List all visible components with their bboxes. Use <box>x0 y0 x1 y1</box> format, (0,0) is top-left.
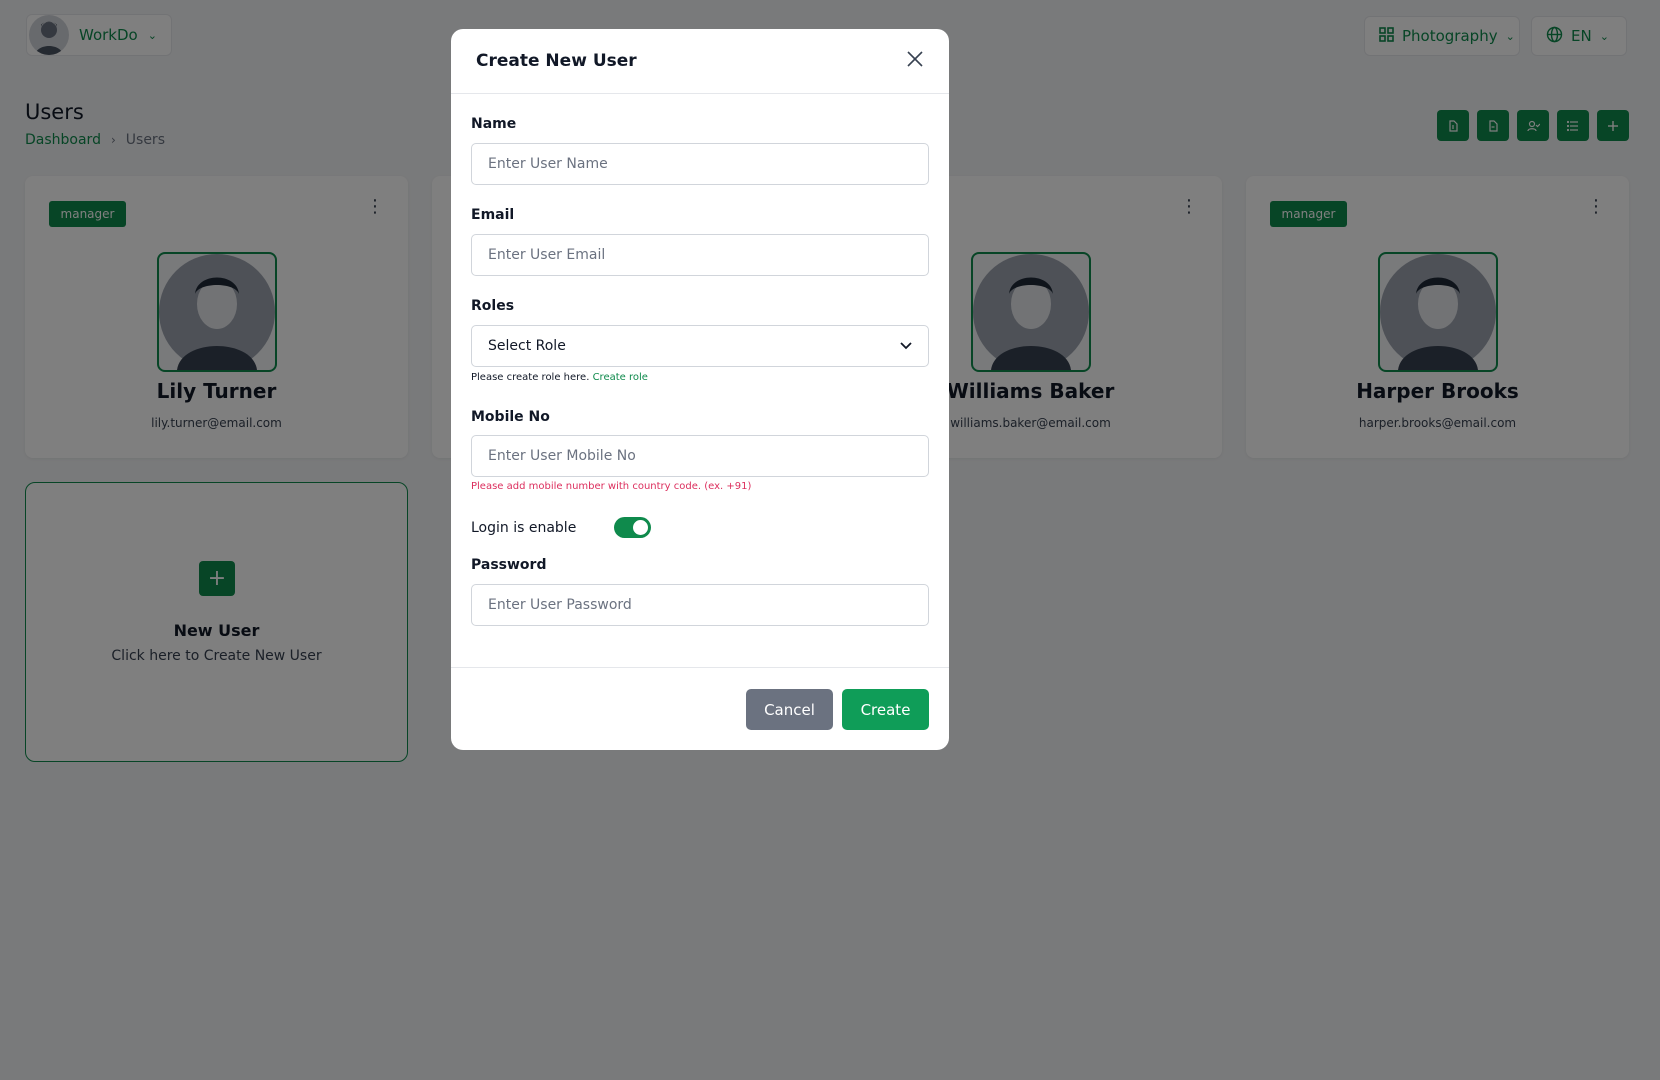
mobile-label: Mobile No <box>471 409 550 425</box>
role-select[interactable]: Select Role <box>471 325 929 367</box>
mobile-input[interactable] <box>471 435 929 477</box>
modal-title: Create New User <box>476 51 637 71</box>
name-input[interactable] <box>471 143 929 185</box>
login-toggle[interactable] <box>614 517 652 538</box>
login-toggle-row: Login is enable <box>471 517 652 538</box>
toggle-knob <box>633 520 649 535</box>
role-select-value: Select Role <box>488 338 566 354</box>
name-label: Name <box>471 116 517 132</box>
password-label: Password <box>471 557 547 573</box>
roles-helper-text: Please create role here. <box>471 372 590 383</box>
modal-footer-divider <box>451 667 949 668</box>
create-user-modal: Create New User Name Email Roles Select … <box>451 29 949 750</box>
cancel-button[interactable]: Cancel <box>746 689 833 730</box>
password-input[interactable] <box>471 584 929 626</box>
chevron-down-icon <box>900 342 912 350</box>
roles-helper: Please create role here. Create role <box>471 372 648 383</box>
create-button[interactable]: Create <box>842 689 929 730</box>
roles-label: Roles <box>471 298 515 314</box>
close-icon <box>907 51 923 67</box>
close-button[interactable] <box>903 47 927 71</box>
email-label: Email <box>471 207 515 223</box>
create-role-link[interactable]: Create role <box>593 372 648 383</box>
email-input[interactable] <box>471 234 929 276</box>
login-toggle-label: Login is enable <box>471 519 577 536</box>
modal-header: Create New User <box>451 29 949 94</box>
mobile-helper: Please add mobile number with country co… <box>471 481 752 492</box>
